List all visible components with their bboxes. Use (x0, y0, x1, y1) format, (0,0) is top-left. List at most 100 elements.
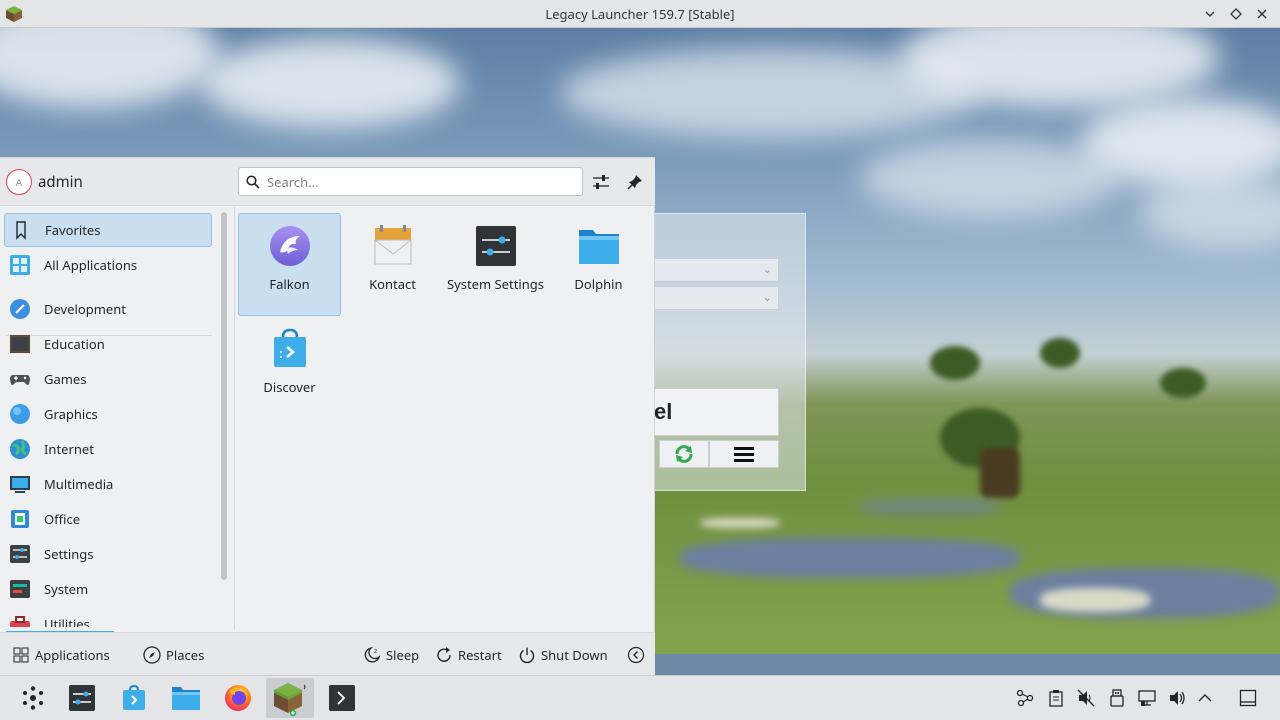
application-menu: A admin Favorites All Applications Devel… (0, 157, 655, 676)
sidebar-scrollbar[interactable] (221, 212, 227, 580)
kde-connect-tray[interactable] (1015, 688, 1035, 708)
usb-icon (1110, 689, 1124, 707)
sidebar-item-development[interactable]: Development (4, 292, 212, 326)
multimedia-icon (10, 476, 30, 493)
diamond-icon (1230, 8, 1242, 20)
window-titlebar[interactable]: Legacy Launcher 159.7 [Stable] (0, 0, 1280, 28)
app-tile-dolphin[interactable]: Dolphin (547, 213, 650, 316)
education-icon (10, 335, 30, 353)
app-tile-falkon[interactable]: Falkon (238, 213, 341, 316)
clipboard-tray[interactable] (1046, 688, 1066, 708)
user-name: admin (38, 172, 83, 192)
system-settings-icon (69, 685, 95, 711)
app-tile-kontact[interactable]: Kontact (341, 213, 444, 316)
settings-icon (10, 545, 30, 563)
system-icon (10, 580, 30, 598)
taskbar-dolphin[interactable] (162, 678, 210, 718)
dolphin-folder-icon (172, 687, 200, 710)
sidebar-item-multimedia[interactable]: Multimedia (4, 467, 212, 501)
firefox-icon (225, 685, 251, 711)
application-launcher-button[interactable] (9, 678, 57, 718)
refresh-icon (675, 445, 693, 463)
tab-applications[interactable]: Applications (12, 643, 110, 667)
show-desktop-button[interactable] (1238, 688, 1258, 708)
terminal-icon (329, 685, 355, 711)
search-field[interactable] (238, 167, 583, 196)
sidebar-divider (234, 207, 235, 630)
svg-text:z: z (374, 648, 377, 655)
sleep-icon: z (363, 646, 381, 664)
chevron-up-icon (1198, 694, 1212, 702)
pin-button[interactable] (623, 170, 647, 194)
search-input[interactable] (267, 172, 567, 191)
window-title: Legacy Launcher 159.7 [Stable] (545, 4, 735, 23)
kontact-icon (374, 225, 411, 265)
sleep-button[interactable]: z Sleep (363, 643, 419, 667)
sidebar-item-games[interactable]: Games (4, 362, 212, 396)
pin-icon (627, 175, 642, 190)
office-icon (11, 510, 29, 528)
expand-tray-button[interactable] (1195, 688, 1215, 708)
kde-launcher-icon (23, 686, 43, 710)
minimize-button[interactable] (1198, 2, 1222, 26)
app-tile-discover[interactable]: Discover (238, 316, 341, 419)
usb-tray[interactable] (1107, 688, 1127, 708)
taskbar-discover[interactable] (110, 678, 158, 718)
network-tray[interactable] (1137, 688, 1157, 708)
close-button[interactable] (1250, 2, 1274, 26)
search-icon (239, 174, 267, 189)
sidebar-item-favorites[interactable]: Favorites (4, 213, 212, 247)
audio-muted-tray[interactable] (1076, 688, 1096, 708)
sidebar-item-all-applications[interactable]: All Applications (4, 248, 212, 282)
refresh-button[interactable] (659, 440, 709, 468)
globe-icon (10, 439, 30, 459)
power-icon (518, 646, 536, 664)
configure-button[interactable] (589, 170, 613, 194)
compass-icon (143, 646, 161, 664)
launcher-menu-button[interactable] (709, 440, 779, 468)
volume-tray[interactable] (1167, 688, 1187, 708)
sidebar-item-utilities[interactable]: Utilities (4, 607, 212, 627)
taskbar-firefox[interactable] (214, 678, 262, 718)
launch-button[interactable]: el (641, 388, 779, 436)
sidebar-item-settings[interactable]: Settings (4, 537, 212, 571)
development-icon (10, 299, 30, 319)
hamburger-menu-icon (734, 447, 754, 462)
menu-footer: Applications Places z Sleep Restart Shut… (0, 632, 655, 676)
taskbar-legacy-launcher[interactable] (266, 678, 314, 718)
restart-button[interactable]: Restart (435, 643, 502, 667)
taskbar-system-settings[interactable] (58, 678, 106, 718)
sidebar-item-system[interactable]: System (4, 572, 212, 606)
account-combobox[interactable]: ⌄ (641, 286, 779, 310)
chevron-down-icon (1205, 11, 1215, 17)
taskbar-konsole[interactable] (318, 678, 366, 718)
minecraft-icon[interactable] (5, 5, 23, 23)
tab-places[interactable]: Places (143, 643, 204, 667)
sliders-icon (593, 175, 609, 189)
bookmark-icon (16, 221, 26, 240)
app-tile-system-settings[interactable]: System Settings (444, 213, 547, 316)
shutdown-button[interactable]: Shut Down (518, 643, 608, 667)
minecraft-icon (274, 683, 306, 717)
graphics-icon (10, 404, 30, 424)
close-icon (1257, 9, 1267, 19)
sidebar-item-education[interactable]: Education (4, 327, 212, 361)
launcher-panel: ⌄ ⌄ el (640, 213, 806, 491)
maximize-button[interactable] (1224, 2, 1248, 26)
grid-icon (10, 255, 30, 275)
chevron-down-icon: ⌄ (762, 290, 772, 305)
taskbar (0, 675, 1280, 720)
menu-header: A admin (0, 158, 655, 206)
sidebar-item-graphics[interactable]: Graphics (4, 397, 212, 431)
audio-muted-icon (1077, 689, 1095, 707)
restart-icon (435, 646, 453, 664)
sidebar-item-office[interactable]: Office (4, 502, 212, 536)
toolbox-icon (10, 616, 30, 627)
clipboard-icon (1049, 690, 1063, 707)
leave-more-button[interactable] (627, 643, 645, 667)
avatar[interactable]: A (6, 169, 32, 195)
discover-icon (273, 328, 306, 367)
sidebar-item-internet[interactable]: Internet (4, 432, 212, 466)
version-combobox[interactable]: ⌄ (641, 258, 779, 282)
volume-icon (1170, 691, 1185, 705)
